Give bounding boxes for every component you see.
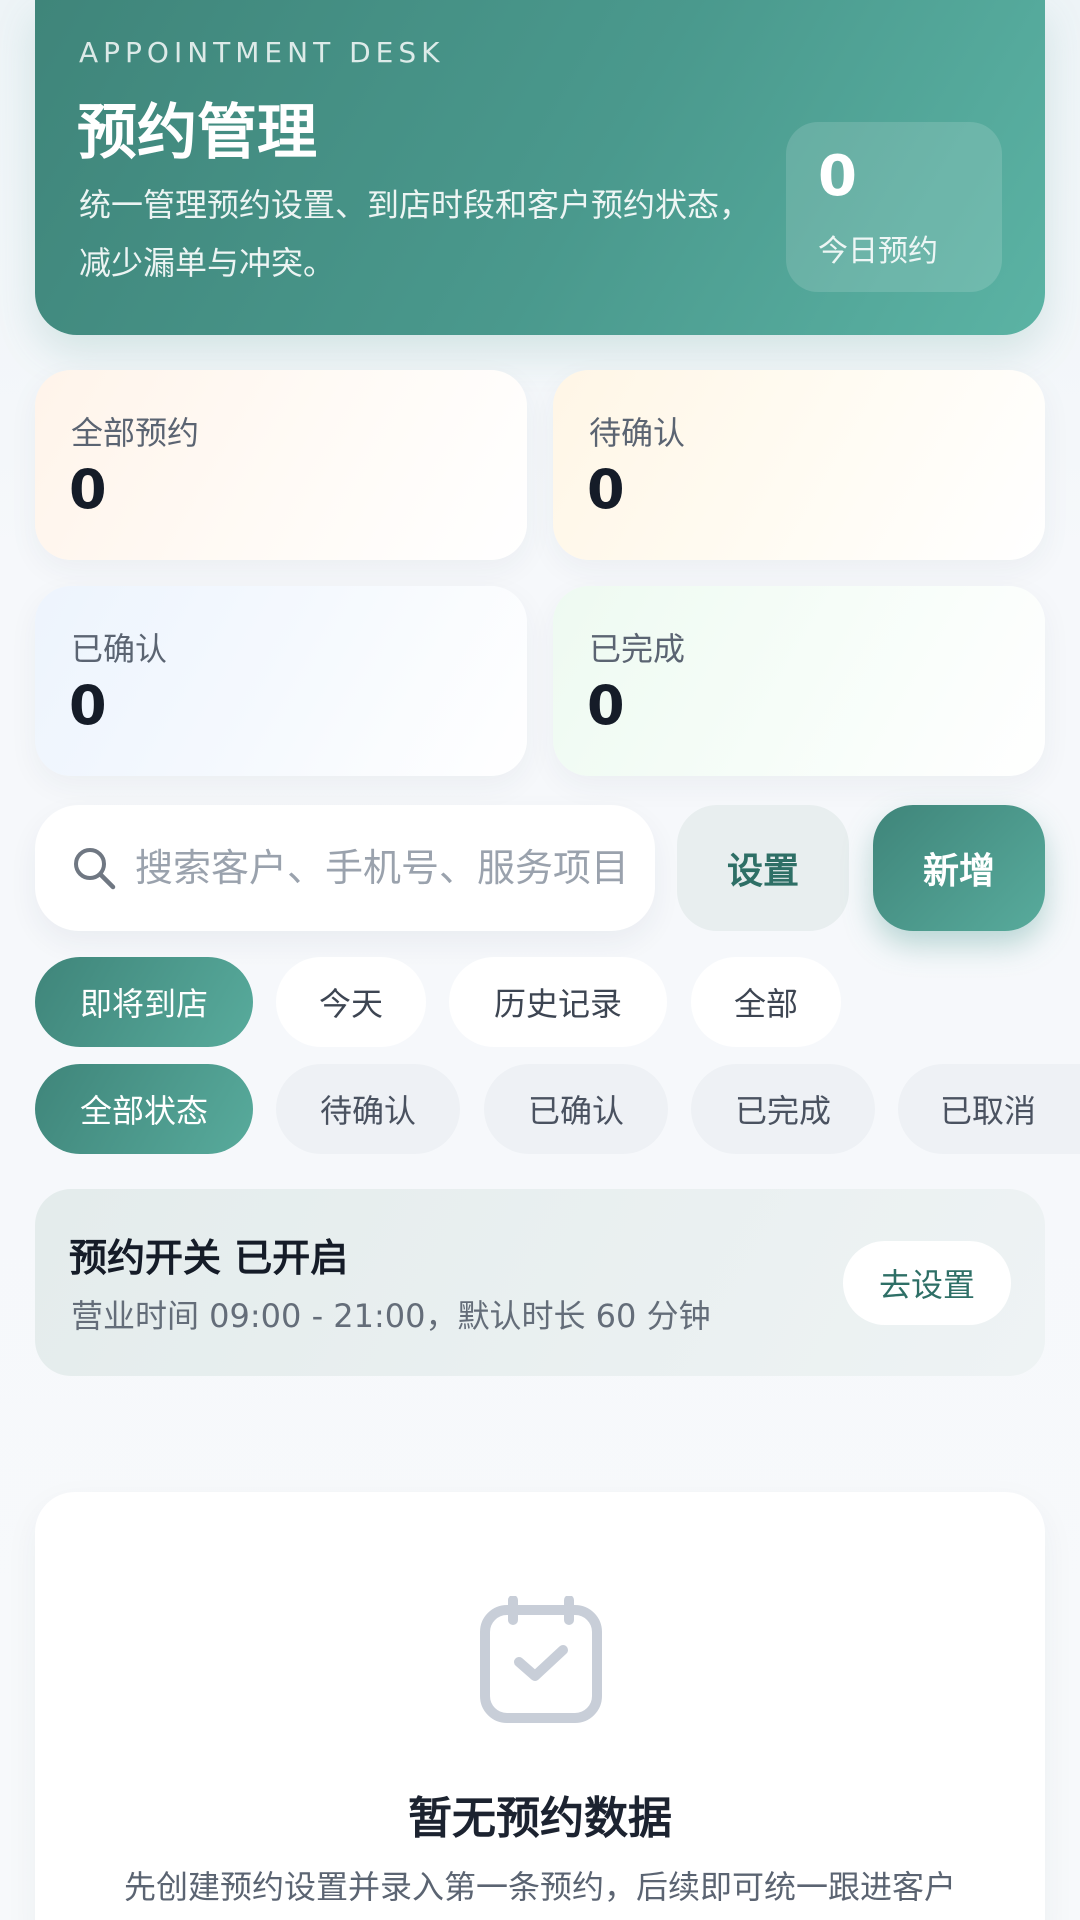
calendar-check-icon xyxy=(480,1596,602,1723)
hero-banner: APPOINTMENT DESK 预约管理 统一管理预约设置、到店时段和客户预约… xyxy=(35,0,1045,335)
time-filter-today[interactable]: 今天 xyxy=(276,957,426,1047)
status-filter-cancelled[interactable]: 已取消 xyxy=(898,1064,1080,1154)
stat-label: 已完成 xyxy=(589,630,686,668)
today-appointments-card: 0 今日预约 xyxy=(786,122,1002,292)
stat-value: 0 xyxy=(587,458,625,521)
stat-card-all[interactable]: 全部预约 0 xyxy=(35,370,527,560)
search-bar[interactable] xyxy=(35,805,655,931)
today-appointments-count: 0 xyxy=(818,144,857,209)
stat-value: 0 xyxy=(69,674,107,737)
status-filter-confirmed[interactable]: 已确认 xyxy=(484,1064,668,1154)
page-title: 预约管理 xyxy=(77,98,317,168)
appointment-page: APPOINTMENT DESK 预约管理 统一管理预约设置、到店时段和客户预约… xyxy=(0,0,1080,1920)
stat-label: 待确认 xyxy=(589,414,686,452)
stat-label: 已确认 xyxy=(71,630,168,668)
booking-switch-title: 预约开关 已开启 xyxy=(69,1236,349,1280)
stat-card-completed[interactable]: 已完成 0 xyxy=(553,586,1045,776)
booking-switch-panel: 预约开关 已开启 营业时间 09:00 - 21:00，默认时长 60 分钟 去… xyxy=(35,1189,1045,1376)
status-filter-completed[interactable]: 已完成 xyxy=(691,1064,875,1154)
goto-settings-button[interactable]: 去设置 xyxy=(843,1241,1011,1325)
stat-value: 0 xyxy=(587,674,625,737)
stat-card-confirmed[interactable]: 已确认 0 xyxy=(35,586,527,776)
time-filter-all[interactable]: 全部 xyxy=(691,957,841,1047)
status-filter-all[interactable]: 全部状态 xyxy=(35,1064,253,1154)
stat-value: 0 xyxy=(69,458,107,521)
status-filter-pending[interactable]: 待确认 xyxy=(276,1064,460,1154)
hero-description: 统一管理预约设置、到店时段和客户预约状态，减少漏单与冲突。 xyxy=(79,186,752,282)
empty-state-title: 暂无预约数据 xyxy=(408,1793,672,1844)
hero-eyebrow: APPOINTMENT DESK xyxy=(79,36,445,69)
time-filter-upcoming[interactable]: 即将到店 xyxy=(35,957,253,1047)
stat-label: 全部预约 xyxy=(71,414,200,452)
today-appointments-label: 今日预约 xyxy=(818,234,938,269)
empty-state-card: 暂无预约数据 先创建预约设置并录入第一条预约，后续即可统一跟进客户 xyxy=(35,1492,1045,1920)
search-icon xyxy=(74,848,116,890)
search-input[interactable] xyxy=(135,833,635,903)
time-filter-history[interactable]: 历史记录 xyxy=(449,957,667,1047)
settings-button[interactable]: 设置 xyxy=(677,805,849,931)
add-appointment-button[interactable]: 新增 xyxy=(873,805,1045,931)
stat-card-pending[interactable]: 待确认 0 xyxy=(553,370,1045,560)
empty-state-description: 先创建预约设置并录入第一条预约，后续即可统一跟进客户 xyxy=(123,1868,956,1906)
business-hours-text: 营业时间 09:00 - 21:00，默认时长 60 分钟 xyxy=(71,1297,711,1335)
